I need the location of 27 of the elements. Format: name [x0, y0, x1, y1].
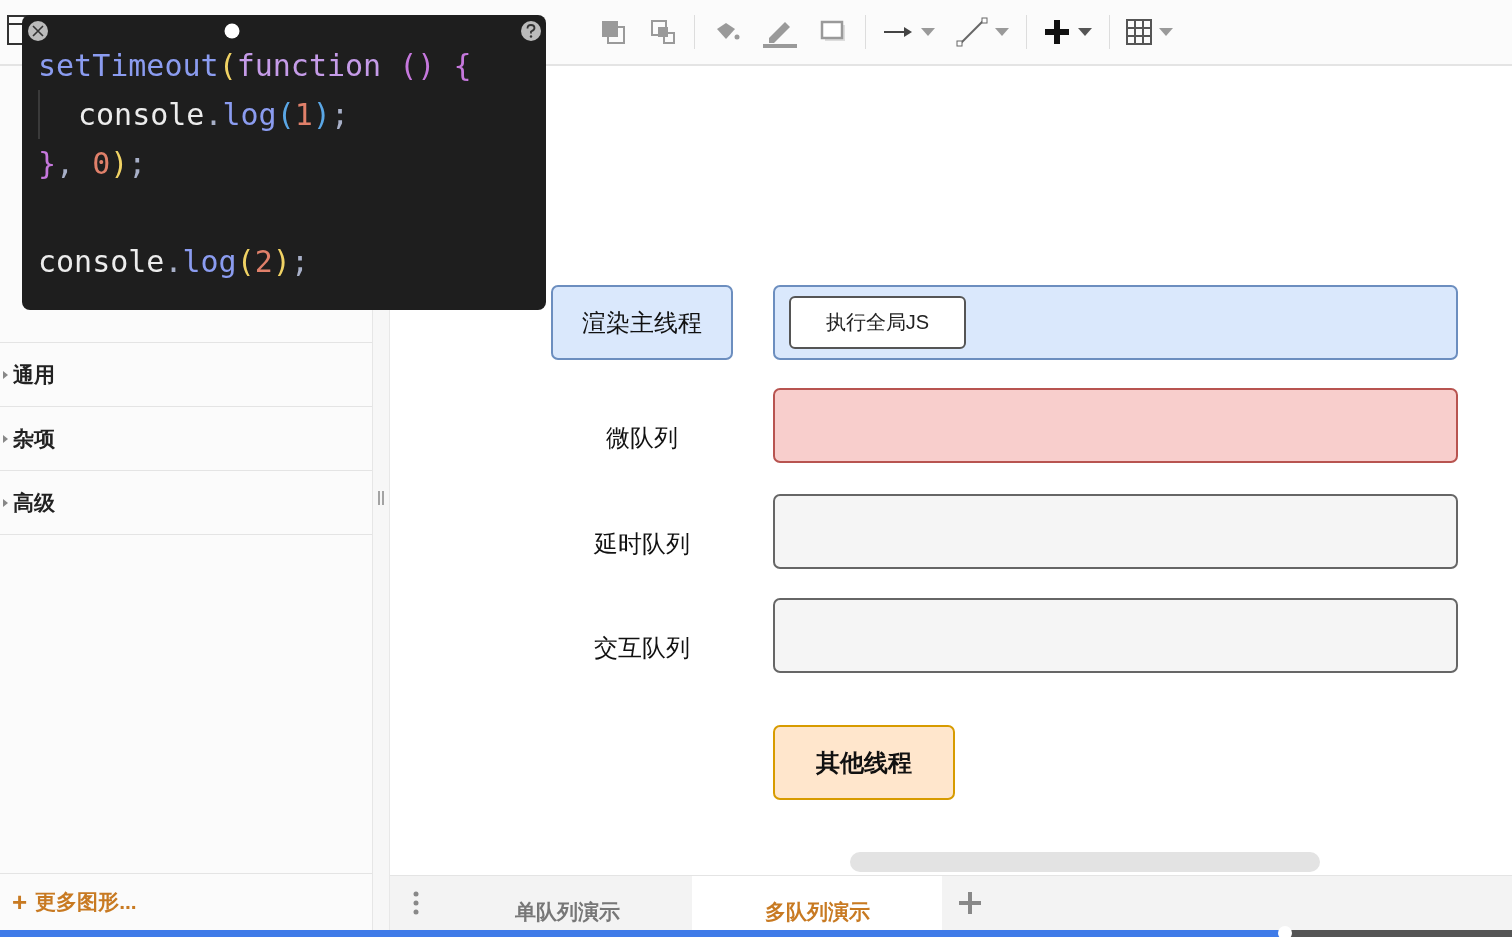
table-icon[interactable]	[1126, 19, 1152, 45]
to-back-icon[interactable]	[648, 17, 678, 47]
progress-handle[interactable]	[1278, 926, 1293, 937]
queue-label: 延时队列	[593, 528, 691, 559]
plus-icon[interactable]	[1043, 18, 1071, 46]
task-block: 执行全局JS	[789, 296, 966, 349]
diagonal-line-icon[interactable]	[956, 16, 988, 48]
sidebar-section[interactable]: 通用	[0, 343, 372, 407]
horizontal-scrollbar[interactable]	[850, 852, 1320, 872]
caret-icon[interactable]	[1077, 27, 1093, 37]
code-line: setTimeout(function () {	[38, 47, 473, 85]
code-line: }, 0);	[38, 145, 148, 183]
splitter-handle-icon[interactable]	[378, 491, 384, 505]
close-icon[interactable]	[27, 20, 49, 42]
page-tab[interactable]: 单队列演示	[442, 876, 692, 930]
sidebar-section[interactable]: 杂项	[0, 407, 372, 471]
process-block: 其他线程	[773, 725, 955, 800]
help-icon[interactable]	[520, 20, 542, 42]
process-block: 渲染主线程	[551, 285, 733, 360]
code-line: console.log(2);	[38, 243, 310, 281]
queue-label: 交互队列	[593, 632, 691, 663]
add-page-icon[interactable]	[958, 891, 982, 915]
menu-dots-icon[interactable]	[413, 891, 419, 915]
drag-handle-icon[interactable]	[224, 23, 240, 39]
code-line: console.log(1);	[38, 90, 546, 139]
sidebar-section[interactable]: 高级	[0, 471, 372, 535]
queue-label: 微队列	[605, 422, 679, 453]
